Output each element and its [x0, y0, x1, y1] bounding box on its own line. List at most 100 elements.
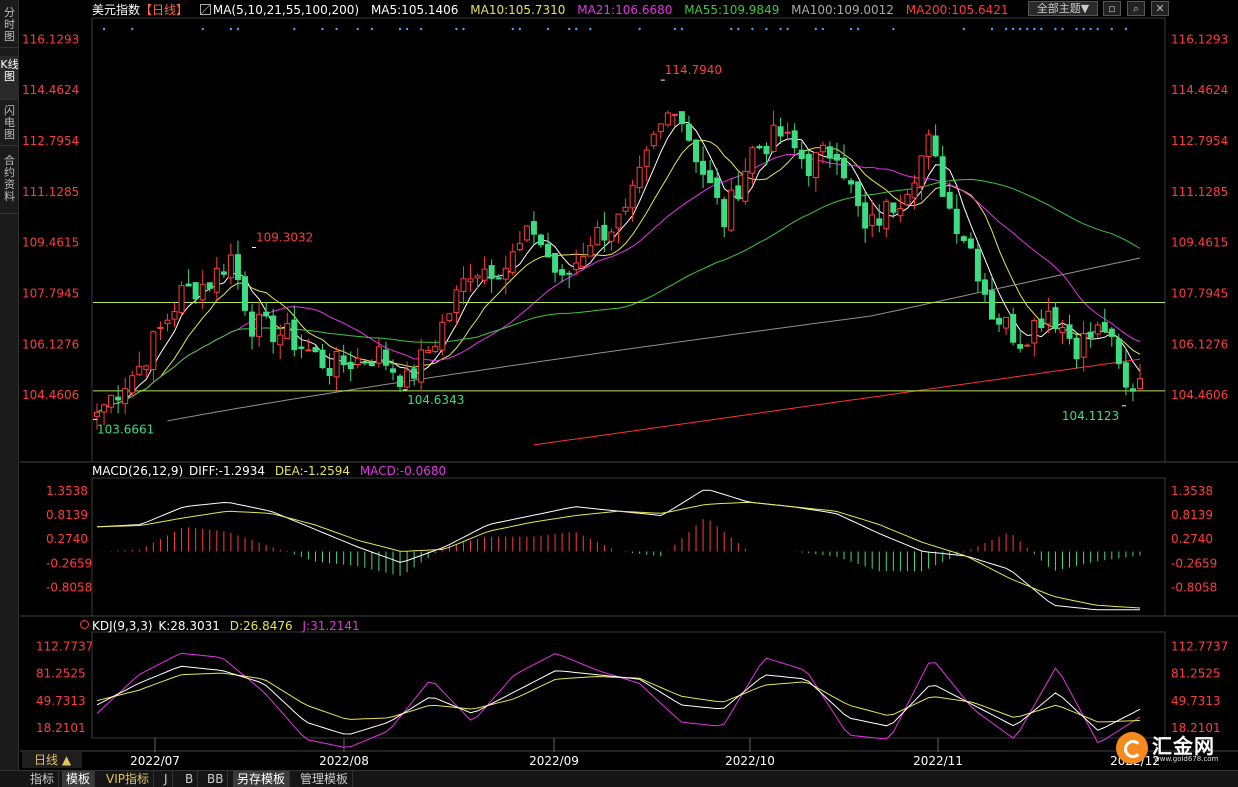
y-tick-label-right: 116.1293: [1171, 32, 1228, 46]
macd-tick-left: -0.8058: [46, 581, 92, 595]
signal-dot: [589, 27, 592, 31]
candle-down: [220, 271, 227, 275]
high-annotation: 114.7940: [665, 63, 722, 77]
candle-up: [629, 184, 636, 209]
candle-up: [925, 134, 932, 158]
y-tick-label-left: 106.1276: [22, 337, 79, 351]
tab-b[interactable]: B: [181, 771, 199, 787]
ma-settings-icon[interactable]: [199, 4, 211, 15]
signal-dot: [1033, 27, 1036, 31]
tab-template[interactable]: 模板: [62, 771, 96, 787]
candle-up: [305, 349, 312, 352]
tab-bb[interactable]: BB: [203, 771, 229, 787]
macd-diff: DIFF:-1.2934: [188, 464, 265, 478]
signal-dot: [856, 27, 860, 31]
candle-down: [678, 111, 685, 125]
search-icon[interactable]: ⌕: [1127, 1, 1145, 16]
candle-up: [439, 321, 446, 351]
candle-down: [552, 252, 559, 273]
signal-dot: [201, 27, 204, 31]
main-chart-header: 美元指数【日线】 MA(5,10,21,55,100,200) MA5:105.…: [92, 2, 1017, 18]
candle-up: [643, 149, 650, 167]
candle-down: [326, 367, 333, 377]
signal-dot: [518, 27, 522, 31]
candle-down: [115, 396, 122, 401]
macd-tick-left: -0.2659: [46, 556, 92, 570]
candle-up: [1080, 333, 1087, 358]
save-template-button[interactable]: 另存模板: [233, 771, 291, 787]
candle-up: [911, 182, 918, 199]
candle-up: [1045, 310, 1052, 325]
tab-indicator[interactable]: 指标: [26, 771, 60, 787]
candle-up: [580, 255, 587, 267]
signal-dot: [1040, 27, 1043, 31]
y-tick-label-left: 112.7954: [22, 134, 79, 148]
restore-icon[interactable]: ▫: [1103, 1, 1121, 16]
candle-down: [826, 146, 833, 159]
candle-up: [784, 131, 791, 134]
candle-down: [559, 269, 566, 276]
y-tick-label-left: 114.4624: [22, 83, 79, 97]
candle-down: [361, 361, 368, 364]
candle-down: [530, 221, 537, 235]
signal-dot: [229, 27, 233, 31]
macd-tick-left: 0.8139: [46, 508, 88, 522]
candle-down: [185, 283, 192, 287]
tab-vip-indicator[interactable]: VIP指标: [102, 771, 154, 787]
candle-up: [101, 404, 108, 413]
signal-dot: [1082, 27, 1085, 31]
candle-up: [122, 388, 129, 405]
ma21-value: MA21:106.6680: [577, 3, 673, 17]
macd-panel-frame: [91, 477, 1166, 617]
y-tick-label-right: 111.1285: [1171, 185, 1228, 199]
candle-down: [946, 191, 953, 209]
candle-up: [354, 357, 361, 365]
candle-down: [1052, 307, 1059, 329]
macd-diff-line: [96, 489, 1140, 611]
candle-down: [545, 243, 552, 258]
candle-up: [1003, 316, 1010, 329]
macd-header: MACD(26,12,9) DIFF:-1.2934 DEA:-1.2594 M…: [92, 464, 452, 478]
kdj-tick-left: 81.2525: [36, 667, 86, 681]
candle-up: [650, 133, 657, 147]
ma200-value: MA200:105.6421: [905, 3, 1009, 17]
candle-down: [855, 181, 862, 207]
chart-canvas[interactable]: 116.1293 116.1293 114.4624 114.4624 112.7954…: [0, 0, 1238, 770]
signal-dot: [293, 27, 296, 31]
kdj-settings-icon[interactable]: [80, 620, 89, 629]
kdj-j-line: [96, 652, 1141, 748]
candle-up: [918, 155, 925, 187]
signal-dot: [821, 27, 825, 31]
x-tick-label: 2022/09: [529, 754, 579, 768]
candle-down: [890, 202, 897, 213]
candle-down: [735, 185, 742, 200]
candle-down: [996, 318, 1003, 325]
tab-j[interactable]: J: [160, 771, 173, 787]
theme-dropdown[interactable]: 全部主题▼: [1028, 1, 1098, 16]
logo-url: www.gold678.com: [1154, 755, 1219, 763]
candle-down: [953, 208, 960, 234]
ma100-value: MA100:109.0012: [791, 3, 894, 17]
candle-up: [474, 275, 481, 279]
macd-tick-right: 0.2740: [1171, 532, 1213, 546]
candle-up: [657, 123, 664, 133]
candle-down: [1087, 331, 1094, 338]
candle-down: [862, 202, 869, 229]
candle-up: [94, 411, 100, 417]
period-selector[interactable]: 日线 ▲: [22, 752, 82, 768]
y-tick-label-left: 109.4615: [22, 236, 79, 250]
candle-down: [234, 254, 241, 280]
candle-up: [227, 254, 234, 279]
candle-down: [1129, 388, 1136, 392]
signal-dot: [398, 27, 402, 31]
close-icon[interactable]: ✕: [1151, 1, 1169, 16]
candle-up: [608, 231, 615, 242]
x-tick-label: 2022/11: [913, 754, 963, 768]
kdj-k-line: [96, 665, 1141, 735]
candle-down: [700, 160, 707, 175]
candle-up: [883, 200, 890, 230]
manage-template-button[interactable]: 管理模板: [296, 771, 354, 787]
signal-dot: [419, 27, 423, 31]
signal-dot: [1124, 27, 1128, 31]
candle-down: [932, 135, 939, 157]
